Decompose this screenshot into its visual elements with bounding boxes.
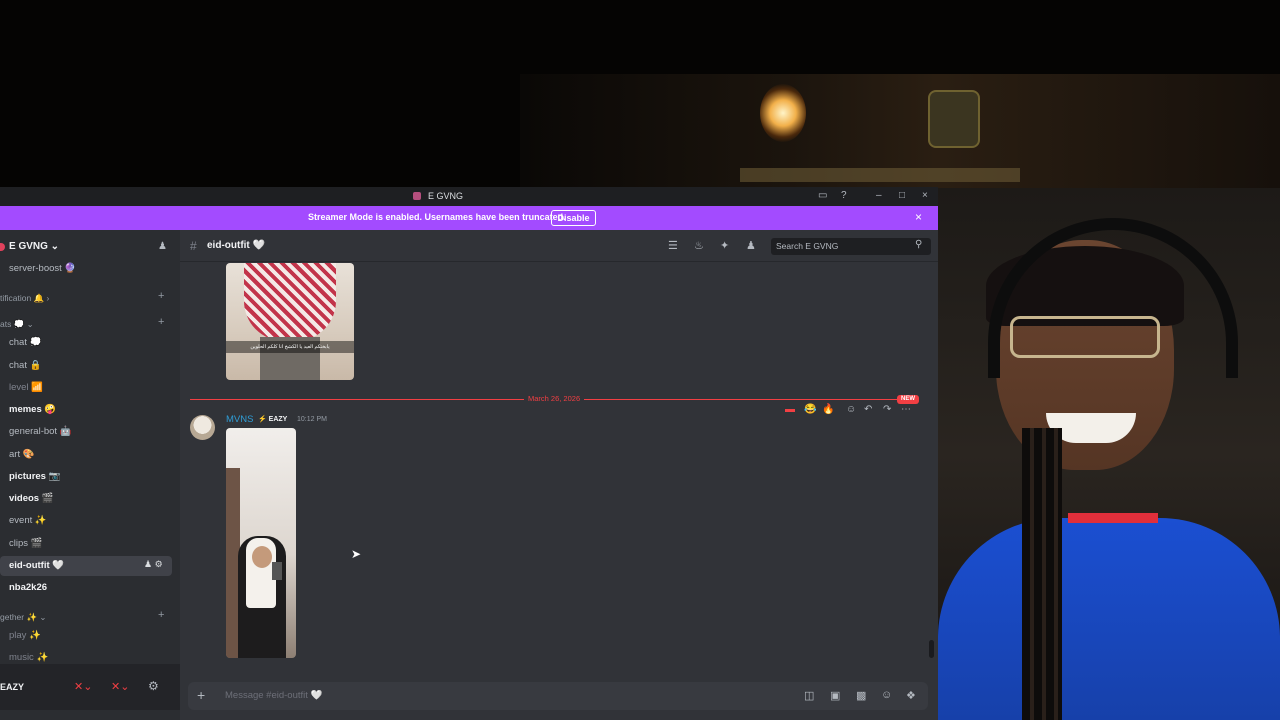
scrollbar[interactable] [929,640,934,658]
invite-icon[interactable]: ♟ [158,241,167,252]
shelf [740,168,1020,182]
channel-sidebar: E GVNG ⌄ ♟ server-boost 🔮 tification 🔔 ›… [0,230,180,720]
unread-indicator [0,243,5,251]
inbox-icon[interactable]: ▭ [818,190,827,201]
channel-music[interactable]: music ✨ [9,652,48,663]
attached-image-scarf[interactable]: يابختكم العيد يا الكشخ انا كلكم الحلوين [226,263,354,380]
minimize-button[interactable]: – [876,190,882,201]
channel-art[interactable]: art 🎨 [9,449,35,460]
attach-plus-icon[interactable]: + [197,687,205,703]
mute-microphone-icon[interactable]: ✕⌄ [74,680,92,693]
add-channel-icon[interactable]: + [158,290,164,302]
disable-button[interactable]: Disable [551,210,596,226]
channel-chat-locked[interactable]: chat 🔒 [9,360,41,371]
channel-chat[interactable]: chat 💭 [9,337,41,348]
lightning-icon: ⚡ [258,416,267,423]
emoji-icon[interactable]: ☺ [881,689,892,701]
search-icon: ⚲ [915,239,923,250]
username[interactable]: EAZY [0,682,24,692]
user-settings-gear-icon[interactable]: ⚙ [148,679,159,693]
window-title: E GVNG [428,191,464,201]
webcam-feed [938,188,1280,720]
more-options-icon[interactable]: ⋯ [901,404,911,415]
channel-settings-icons[interactable]: ♟ ⚙ [144,559,163,570]
add-reaction-icon[interactable]: ☺ [846,404,856,415]
close-button[interactable]: × [922,190,928,201]
photo-phone [272,562,282,580]
channel-level[interactable]: level 📶 [9,382,43,393]
category-chats[interactable]: ats 💭 ⌄ [0,319,34,330]
apps-icon[interactable]: ❖ [906,689,916,702]
channel-general-bot[interactable]: general-bot 🤖 [9,426,72,437]
reaction-laugh-icon[interactable]: 😂 [804,404,816,415]
reaction-red-icon[interactable]: ▬ [785,404,795,415]
gift-icon[interactable]: ◫ [804,689,814,702]
hash-icon: # [190,239,197,253]
red-white-shemagh [244,263,336,341]
channel-videos[interactable]: videos 🎬 [9,493,54,504]
channel-eid-outfit[interactable]: eid-outfit 🤍 [9,560,64,571]
streamer-dreads [1022,428,1062,720]
member-list-icon[interactable]: ♟ [746,239,756,252]
add-channel-icon[interactable]: + [158,316,164,328]
avatar[interactable] [190,415,215,440]
channel-nba2k26[interactable]: nba2k26 [9,582,47,593]
message-timestamp: 10:12 PM [297,416,327,423]
pin-icon[interactable]: ✦ [720,239,729,252]
discord-window: E GVNG ▭ ? – □ × Streamer Mode is enable… [0,187,938,720]
add-channel-icon[interactable]: + [158,609,164,621]
channel-play[interactable]: play ✨ [9,630,41,641]
server-name[interactable]: E GVNG ⌄ [9,241,59,252]
search-placeholder: Search E GVNG [776,241,839,251]
search-bar[interactable]: Search E GVNG ⚲ [771,238,931,255]
message-composer[interactable]: + Message #eid-outfit 🤍 ◫ ▣ ▩ ☺ ❖ [188,682,928,710]
gif-icon[interactable]: ▣ [830,689,840,702]
banner-text: Streamer Mode is enabled. Usernames have… [308,212,566,222]
date-divider: March 26, 2026 [524,394,585,403]
author-tag: ⚡ EAZY [258,415,287,423]
banner-close-icon[interactable]: × [915,210,922,224]
streamer-mode-banner: Streamer Mode is enabled. Usernames have… [0,206,938,230]
reaction-fire-icon[interactable]: 🔥 [822,404,834,415]
help-icon[interactable]: ? [841,190,847,201]
photo-face [252,546,272,568]
mouse-cursor-icon: ➤ [351,547,362,561]
title-bar: E GVNG ▭ ? – □ × [0,187,938,206]
forward-icon[interactable]: ↷ [883,404,891,415]
notification-bell-icon[interactable]: ♨ [694,239,704,252]
category-notification[interactable]: tification 🔔 › [0,293,49,304]
author-tag-text: EAZY [268,416,288,423]
category-together[interactable]: gether ✨ ⌄ [0,612,47,623]
new-badge: NEW [897,395,919,404]
deafen-headphones-icon[interactable]: ✕⌄ [111,680,129,693]
channel-memes[interactable]: memes 🤪 [9,404,56,415]
composer-placeholder: Message #eid-outfit 🤍 [225,690,323,701]
sticker-icon[interactable]: ▩ [856,689,866,702]
reply-icon[interactable]: ↶ [864,404,872,415]
channel-title: eid-outfit 🤍 [207,240,265,251]
channel-clips[interactable]: clips 🎬 [9,538,42,549]
channel-server-boost[interactable]: server-boost 🔮 [9,263,76,274]
lamp [760,84,806,142]
channel-pictures[interactable]: pictures 📷 [9,471,60,482]
message-author[interactable]: MVNS [226,414,253,425]
wall-logo [928,90,980,148]
user-panel: EAZY ✕⌄ ✕⌄ ⚙ [0,664,180,710]
server-icon [413,192,421,200]
streamer-headset [988,218,1238,378]
threads-icon[interactable]: ☰ [668,239,678,252]
maximize-button[interactable]: □ [899,190,905,201]
channel-event[interactable]: event ✨ [9,515,47,526]
channel-header: # eid-outfit 🤍 ☰ ♨ ✦ ♟ Search E GVNG ⚲ [180,230,938,262]
attached-image-mirror-selfie[interactable] [226,428,296,658]
image-caption: يابختكم العيد يا الكشخ انا كلكم الحلوين [226,341,354,353]
